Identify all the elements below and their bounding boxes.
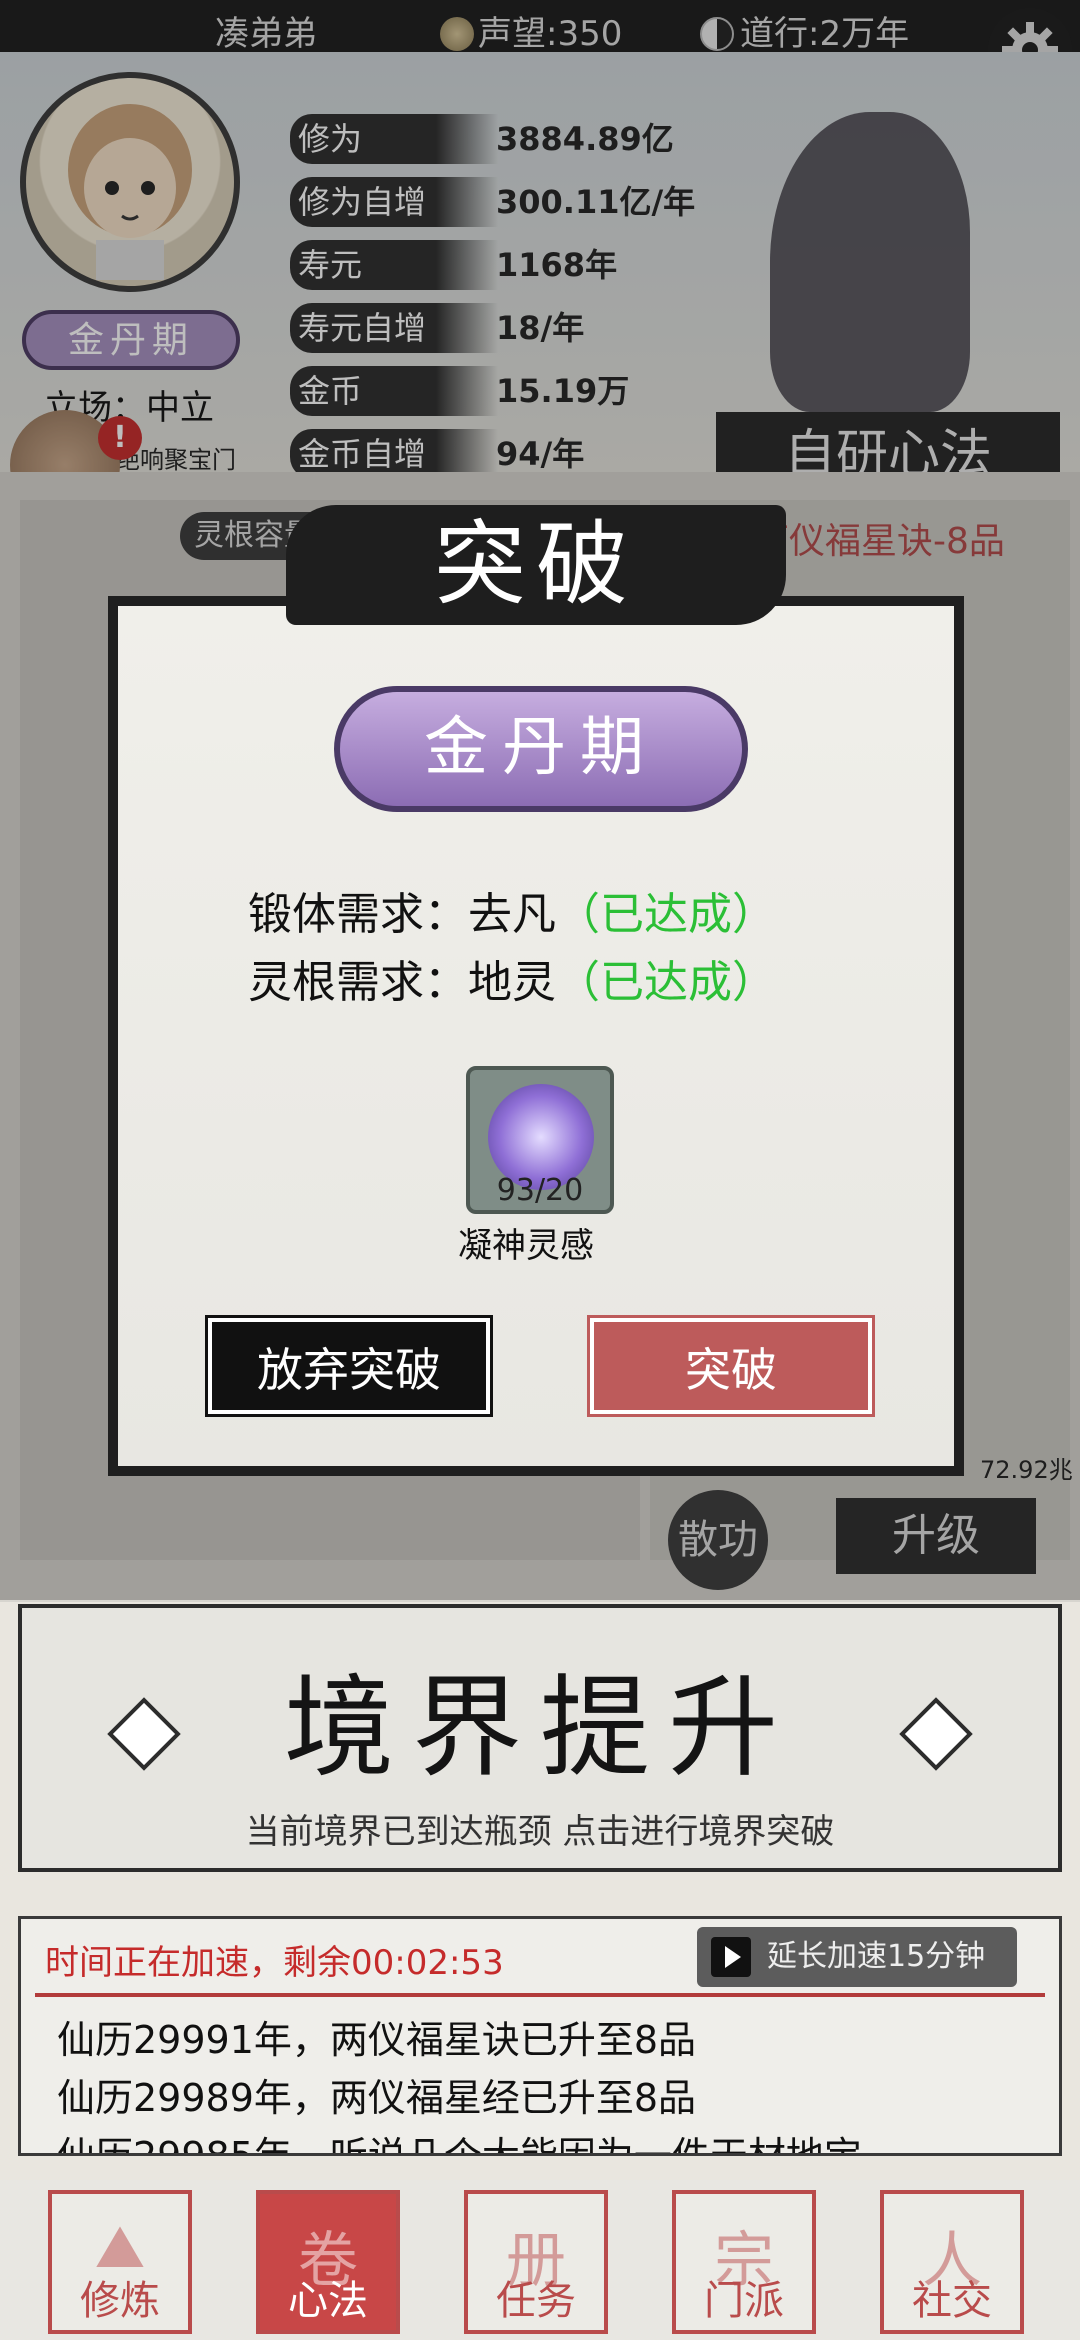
required-item-slot[interactable]: 93/20: [466, 1066, 614, 1214]
requirement-body: 锻体需求：去凡（已达成）: [248, 878, 776, 942]
realm-advance-subtitle: 当前境界已到达瓶颈 点击进行境界突破: [245, 1812, 835, 1852]
nav-label: 修炼: [80, 2278, 160, 2324]
nav-item-sect[interactable]: 宗 门派: [672, 2190, 816, 2334]
nav-label: 任务: [496, 2278, 576, 2324]
nav-item-cultivate[interactable]: ⛰ 修炼: [48, 2190, 192, 2334]
target-realm-banner: 金丹期: [334, 686, 748, 812]
event-log: 时间正在加速，剩余00:02:53 延长加速15分钟 仙历29991年，两仪福星…: [18, 1916, 1062, 2156]
requirement-label: 锻体需求：: [248, 889, 468, 940]
requirement-root: 灵根需求：地灵（已达成）: [248, 946, 776, 1010]
requirement-label: 灵根需求：: [248, 957, 468, 1008]
nav-label: 门派: [704, 2278, 784, 2324]
divider: [35, 1993, 1045, 1997]
give-up-button[interactable]: 放弃突破: [205, 1315, 493, 1417]
log-line: 仙历29985年，听说几个大能因为一件天材地宝: [57, 2134, 862, 2156]
realm-advance-card[interactable]: 境界提升 当前境界已到达瓶颈 点击进行境界突破: [18, 1604, 1062, 1872]
play-icon: [711, 1937, 751, 1977]
nav-label: 社交: [912, 2278, 992, 2324]
speedup-status: 时间正在加速，剩余00:02:53: [45, 1943, 504, 1983]
realm-advance-title: 境界提升: [284, 1664, 796, 1792]
bottom-nav: ⛰ 修炼 卷 心法 册 任务 宗 门派 人 社交: [0, 2180, 1080, 2340]
item-name: 凝神灵感: [458, 1226, 594, 1266]
requirement-value: 去凡: [468, 889, 556, 940]
extend-speedup-label: 延长加速15分钟: [767, 1939, 986, 1974]
breakthrough-button[interactable]: 突破: [587, 1315, 875, 1417]
extend-speedup-button[interactable]: 延长加速15分钟: [697, 1927, 1017, 1987]
dialog-title: 突破: [286, 505, 786, 625]
nav-label: 心法: [288, 2278, 368, 2324]
nav-item-quests[interactable]: 册 任务: [464, 2190, 608, 2334]
requirement-status: （已达成）: [556, 957, 776, 1008]
log-line: 仙历29989年，两仪福星经已升至8品: [57, 2076, 697, 2120]
nav-item-technique[interactable]: 卷 心法: [256, 2190, 400, 2334]
log-line: 仙历29991年，两仪福星诀已升至8品: [57, 2018, 697, 2062]
requirement-value: 地灵: [468, 957, 556, 1008]
requirement-status: （已达成）: [556, 889, 776, 940]
nav-item-social[interactable]: 人 社交: [880, 2190, 1024, 2334]
item-count: 93/20: [496, 1173, 584, 1208]
